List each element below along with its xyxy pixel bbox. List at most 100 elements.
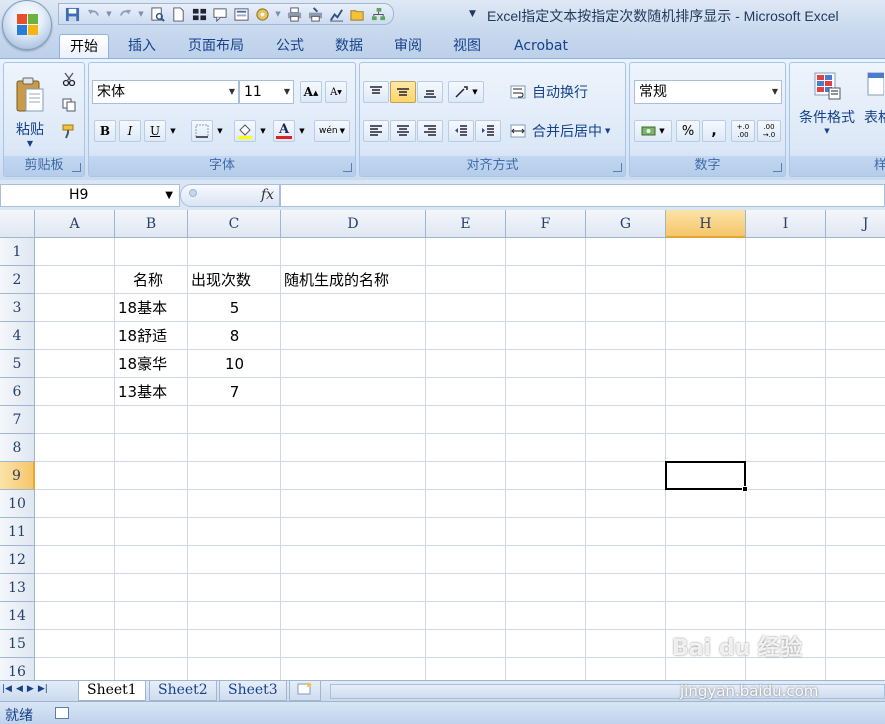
tab-home[interactable]: 开始 [59, 34, 109, 59]
row-header-15[interactable]: 15 [0, 630, 35, 658]
font-size-select[interactable]: 11 ▼ [239, 80, 294, 104]
chevron-down-icon[interactable]: ▼ [105, 6, 113, 22]
paste-button[interactable]: 粘贴 ▼ [8, 69, 52, 155]
print-icon[interactable] [285, 6, 303, 22]
row-header-16[interactable]: 16 [0, 658, 35, 680]
row-header-1[interactable]: 1 [0, 238, 35, 266]
row-header-3[interactable]: 3 [0, 294, 35, 322]
percent-button[interactable]: % [676, 120, 700, 142]
row-header-7[interactable]: 7 [0, 406, 35, 434]
column-header-d[interactable]: D [281, 210, 426, 238]
chevron-down-icon[interactable]: ▼ [257, 120, 269, 142]
tab-page-layout[interactable]: 页面布局 [178, 34, 254, 59]
formula-input[interactable] [280, 184, 885, 207]
cell-d2[interactable]: 随机生成的名称 [284, 266, 389, 294]
cell-c6[interactable]: 7 [188, 378, 281, 406]
phonetic-button[interactable]: wén ▼ [314, 120, 350, 142]
chart-icon[interactable] [327, 6, 345, 22]
format-painter-icon[interactable] [58, 121, 80, 141]
row-header-14[interactable]: 14 [0, 602, 35, 630]
qat-customize-icon[interactable]: ▼ [469, 9, 476, 19]
increase-decimal-button[interactable]: +.0 .00 [731, 120, 755, 142]
dialog-launcher-icon[interactable] [613, 163, 622, 172]
next-sheet-icon[interactable]: ▶ [27, 684, 34, 694]
active-cell-border[interactable] [665, 461, 746, 490]
chevron-down-icon[interactable]: ▼ [214, 120, 226, 142]
chevron-down-icon[interactable]: ▼ [137, 6, 145, 22]
conditional-formatting-button[interactable]: 条件格式 ▼ [792, 71, 862, 151]
diagram-icon[interactable] [369, 6, 387, 22]
form-icon[interactable] [232, 6, 250, 22]
last-sheet-icon[interactable]: ▶| [38, 684, 48, 694]
increase-indent-button[interactable] [475, 120, 501, 142]
font-color-button[interactable]: A [273, 120, 295, 142]
column-header-j[interactable]: J [826, 210, 885, 238]
format-as-table-button[interactable]: 表格 [864, 71, 885, 151]
dialog-launcher-icon[interactable] [72, 163, 81, 172]
cut-icon[interactable] [58, 69, 80, 89]
cell-c3[interactable]: 5 [188, 294, 281, 322]
tab-acrobat[interactable]: Acrobat [503, 34, 579, 59]
fill-color-button[interactable] [234, 120, 256, 142]
row-header-2[interactable]: 2 [0, 266, 35, 294]
shrink-font-button[interactable]: A ▼ [325, 81, 347, 103]
column-header-f[interactable]: F [506, 210, 586, 238]
print-preview-icon[interactable] [148, 6, 166, 22]
align-bottom-button[interactable] [417, 81, 443, 103]
select-all-button[interactable] [0, 210, 35, 238]
row-header-10[interactable]: 10 [0, 490, 35, 518]
column-header-c[interactable]: C [188, 210, 281, 238]
grow-font-button[interactable]: A ▲ [300, 81, 322, 103]
cell-c4[interactable]: 8 [188, 322, 281, 350]
dialog-launcher-icon[interactable] [343, 163, 352, 172]
sheet-tab-sheet1[interactable]: Sheet1 [78, 681, 146, 701]
prev-sheet-icon[interactable]: ◀ [16, 684, 23, 694]
row-header-9[interactable]: 9 [0, 462, 35, 490]
align-left-button[interactable] [363, 120, 389, 142]
cell-b2[interactable]: 名称 [133, 266, 163, 294]
open-icon[interactable] [348, 6, 366, 22]
chevron-down-icon[interactable]: ▼ [296, 120, 308, 142]
align-center-button[interactable] [390, 120, 416, 142]
row-header-4[interactable]: 4 [0, 322, 35, 350]
row-header-12[interactable]: 12 [0, 546, 35, 574]
cell-b6[interactable]: 13基本 [118, 378, 167, 406]
dialog-launcher-icon[interactable] [773, 163, 782, 172]
expand-icon[interactable] [189, 189, 197, 197]
row-header-13[interactable]: 13 [0, 574, 35, 602]
decrease-decimal-button[interactable]: .00 →.0 [757, 120, 781, 142]
number-format-select[interactable]: 常规 ▼ [634, 80, 782, 104]
save-icon[interactable] [63, 6, 81, 22]
row-header-11[interactable]: 11 [0, 518, 35, 546]
row-header-5[interactable]: 5 [0, 350, 35, 378]
align-middle-button[interactable] [390, 81, 416, 103]
name-box[interactable]: H9 ▼ [0, 184, 180, 207]
italic-button[interactable]: I [119, 120, 141, 142]
comma-button[interactable]: , [702, 120, 726, 142]
undo-icon[interactable] [84, 6, 102, 22]
align-right-button[interactable] [417, 120, 443, 142]
cell-b3[interactable]: 18基本 [118, 294, 167, 322]
column-header-e[interactable]: E [426, 210, 506, 238]
tab-review[interactable]: 审阅 [384, 34, 432, 59]
cell-c5[interactable]: 10 [188, 350, 281, 378]
new-icon[interactable] [169, 6, 187, 22]
first-sheet-icon[interactable]: |◀ [2, 684, 12, 694]
tab-view[interactable]: 视图 [443, 34, 491, 59]
chevron-down-icon[interactable]: ▼ [167, 120, 179, 142]
copy-icon[interactable] [58, 95, 80, 115]
chevron-down-icon[interactable]: ▼ [274, 6, 282, 22]
column-header-a[interactable]: A [35, 210, 115, 238]
cell-b5[interactable]: 18豪华 [118, 350, 167, 378]
tab-insert[interactable]: 插入 [118, 34, 166, 59]
align-top-button[interactable] [363, 81, 389, 103]
comment-icon[interactable] [211, 6, 229, 22]
font-name-select[interactable]: 宋体 ▼ [92, 80, 239, 104]
macro-record-icon[interactable] [55, 707, 69, 719]
macro-icon[interactable] [253, 6, 271, 22]
merge-center-button[interactable]: 合并后居中 ▼ [510, 120, 624, 142]
fill-handle[interactable] [742, 486, 748, 492]
spreadsheet-grid[interactable]: A B C D E F G H I J 1 2 3 4 5 6 7 8 9 10 11 12 13 14 15 16 名称 出现次数随… [0, 210, 885, 680]
bold-button[interactable]: B [94, 120, 116, 142]
tab-formulas[interactable]: 公式 [266, 34, 314, 59]
